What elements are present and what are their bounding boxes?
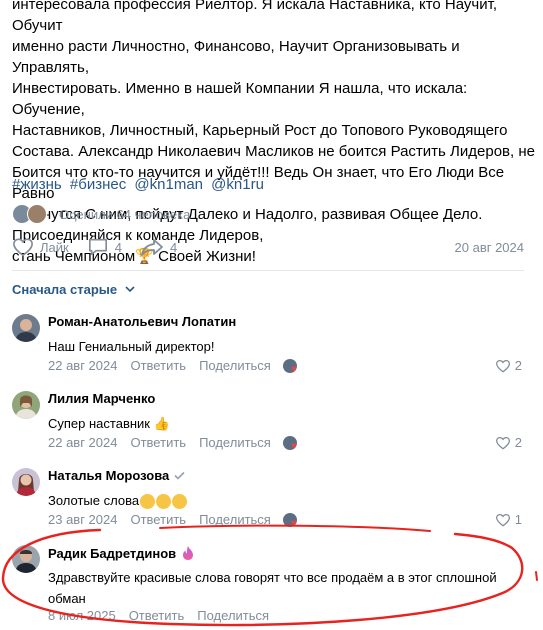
reply-button[interactable]: Ответить [130, 512, 186, 527]
post-line: Наставников, Личностный, Карьерный Рост … [12, 122, 508, 139]
comment-meta: 8 июл 2025 Ответить Поделиться [48, 608, 269, 623]
comment-button[interactable]: 4 [87, 237, 122, 257]
smile-emoji-icon [139, 493, 188, 510]
chevron-down-icon [125, 286, 135, 293]
divider [12, 270, 524, 271]
share-comment-button[interactable]: Поделиться [199, 358, 271, 373]
heart-outline-icon [495, 359, 510, 373]
comment-like-button[interactable]: 2 [495, 358, 522, 373]
comment-like-button[interactable]: 2 [495, 435, 522, 450]
comment-text-row: Золотые слова [48, 490, 518, 511]
post-line: Состава. Александр Николаевич Масликов н… [12, 143, 535, 160]
comment-like-button[interactable]: 1 [495, 512, 522, 527]
like-label: Лайк [40, 239, 69, 255]
share-comment-button[interactable]: Поделиться [199, 512, 271, 527]
comment-date[interactable]: 8 июл 2025 [48, 608, 116, 623]
comment-author-row: Наталья Морозова [48, 468, 185, 483]
comment-date[interactable]: 23 авг 2024 [48, 512, 117, 527]
comment-author-row: Радик Бадретдинов [48, 545, 195, 561]
comment-like-count: 2 [514, 435, 522, 450]
post-date[interactable]: 20 авг 2024 [455, 240, 524, 255]
reaction-summary[interactable]: ♥ [282, 512, 297, 528]
mention-link[interactable]: @kn1man [134, 176, 203, 193]
reply-button[interactable]: Ответить [129, 608, 185, 623]
like-button[interactable]: Лайк [12, 237, 69, 257]
comment-text: Здравствуйте красивые слова говорят что … [48, 570, 497, 606]
comment: Роман-Анатольевич Лопатин Наш Гениальный… [12, 314, 524, 376]
reaction-summary[interactable]: ♥ [282, 358, 297, 374]
share-comment-button[interactable]: Поделиться [199, 435, 271, 450]
check-icon [174, 471, 185, 480]
sort-dropdown[interactable]: Сначала старые [12, 282, 135, 297]
shares-count: 4 [169, 239, 178, 255]
hashtag-link[interactable]: #жизнь [12, 176, 62, 193]
avatar[interactable] [12, 391, 40, 419]
comment-author[interactable]: Наталья Морозова [48, 468, 169, 483]
post-tags: #жизнь #бизнес @kn1man @kn1ru [12, 174, 268, 195]
comment-meta: 22 авг 2024 Ответить Поделиться ♥ [48, 358, 297, 374]
comment-like-count: 2 [514, 358, 522, 373]
post-line: именно расти Личностно, Финансово, Научи… [12, 38, 460, 76]
comment-author[interactable]: Лилия Марченко [48, 391, 155, 406]
avatar[interactable] [12, 314, 40, 342]
share-button[interactable]: 4 [140, 237, 177, 257]
avatar[interactable] [12, 468, 40, 496]
post-text: интересовала профессия Риелтор. Я искала… [12, 0, 537, 267]
post-line: интересовала профессия Риелтор. Я искала… [12, 0, 497, 34]
comment-like-count: 1 [514, 512, 522, 527]
share-comment-button[interactable]: Поделиться [197, 608, 269, 623]
comment-text: Наш Гениальный директор! [48, 339, 215, 354]
comment-author[interactable]: Роман-Анатольевич Лопатин [48, 314, 236, 329]
comment: Наталья Морозова Золотые слова 23 авг 20… [12, 468, 524, 530]
likers-text: Оценили 64 человека [59, 206, 191, 222]
comment-date[interactable]: 22 авг 2024 [48, 358, 117, 373]
reaction-summary[interactable]: ♥ [282, 435, 297, 451]
fire-icon [183, 546, 194, 560]
comments-count: 4 [114, 239, 122, 255]
comment: Лилия Марченко Супер наставник 👍 22 авг … [12, 391, 524, 453]
likers-summary[interactable]: Оценили 64 человека [12, 204, 190, 224]
heart-outline-icon [495, 436, 510, 450]
mention-link[interactable]: @kn1ru [211, 176, 264, 193]
hashtag-link[interactable]: #бизнес [70, 176, 126, 193]
heart-outline-icon [495, 513, 510, 527]
comment-bubble-icon [88, 238, 107, 256]
avatar[interactable] [12, 545, 40, 573]
reply-button[interactable]: Ответить [130, 358, 186, 373]
comment-meta: 22 авг 2024 Ответить Поделиться ♥ [48, 435, 297, 451]
liker-avatar [27, 204, 47, 224]
post-line: Инвестировать. Именно в нашей Компании Я… [12, 80, 468, 118]
comment-meta: 23 авг 2024 Ответить Поделиться ♥ [48, 512, 297, 528]
post-actions: Лайк 4 4 20 авг 2024 [12, 234, 524, 260]
comment-date[interactable]: 22 авг 2024 [48, 435, 117, 450]
comment: Радик Бадретдинов Здравствуйте красивые … [12, 545, 524, 627]
comment-text: Золотые слова [48, 493, 140, 508]
heart-outline-icon [13, 238, 33, 257]
comment-author[interactable]: Радик Бадретдинов [48, 546, 176, 561]
share-arrow-icon [141, 239, 163, 256]
comment-text: Супер наставник 👍 [48, 416, 170, 431]
sort-label: Сначала старые [12, 282, 118, 297]
reply-button[interactable]: Ответить [130, 435, 186, 450]
